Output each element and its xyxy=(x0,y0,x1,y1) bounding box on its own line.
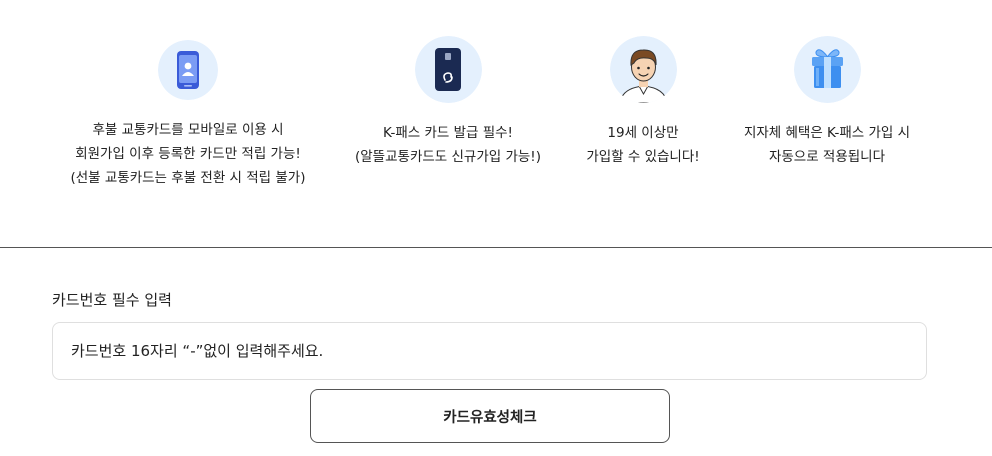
info-text-age: 19세 이상만 가입할 수 있습니다! xyxy=(572,121,714,169)
info-text-mobile-card: 후불 교통카드를 모바일로 이용 시 회원가입 이후 등록한 카드만 적립 가능… xyxy=(58,118,318,190)
info-row: 후불 교통카드를 모바일로 이용 시 회원가입 이후 등록한 카드만 적립 가능… xyxy=(0,0,992,200)
section-divider xyxy=(0,247,992,248)
info-line: 19세 이상만 xyxy=(607,125,679,141)
card-number-input[interactable] xyxy=(53,323,926,379)
info-item-k-pass-card: K-패스 카드 발급 필수! (알뜰교통카드도 신규가입 가능!) xyxy=(318,36,578,169)
card-validity-check-button[interactable]: 카드유효성체크 xyxy=(310,389,670,443)
card-number-label: 카드번호 필수 입력 xyxy=(52,291,172,309)
info-line: (선불 교통카드는 후불 전환 시 적립 불가) xyxy=(70,170,306,186)
info-line: 가입할 수 있습니다! xyxy=(586,149,700,165)
info-item-age: 19세 이상만 가입할 수 있습니다! xyxy=(572,36,714,169)
page: 후불 교통카드를 모바일로 이용 시 회원가입 이후 등록한 카드만 적립 가능… xyxy=(0,0,992,456)
k-pass-card-icon xyxy=(414,36,482,103)
info-line: 후불 교통카드를 모바일로 이용 시 xyxy=(92,122,284,138)
info-line: (알뜰교통카드도 신규가입 가능!) xyxy=(355,149,541,165)
person-icon xyxy=(609,36,677,103)
info-item-mobile-card: 후불 교통카드를 모바일로 이용 시 회원가입 이후 등록한 카드만 적립 가능… xyxy=(58,36,318,190)
card-number-input-wrapper xyxy=(52,322,927,380)
mobile-card-icon xyxy=(158,40,218,100)
info-item-local-benefit: 지자체 혜택은 K-패스 가입 시 자동으로 적용됩니다 xyxy=(727,36,927,169)
info-line: 자동으로 적용됩니다 xyxy=(768,149,886,165)
info-line: K-패스 카드 발급 필수! xyxy=(383,125,513,141)
gift-icon xyxy=(793,36,861,103)
info-line: 지자체 혜택은 K-패스 가입 시 xyxy=(743,125,911,141)
info-line: 회원가입 이후 등록한 카드만 적립 가능! xyxy=(75,146,301,162)
info-text-k-pass-card: K-패스 카드 발급 필수! (알뜰교통카드도 신규가입 가능!) xyxy=(318,121,578,169)
info-text-local-benefit: 지자체 혜택은 K-패스 가입 시 자동으로 적용됩니다 xyxy=(727,121,927,169)
